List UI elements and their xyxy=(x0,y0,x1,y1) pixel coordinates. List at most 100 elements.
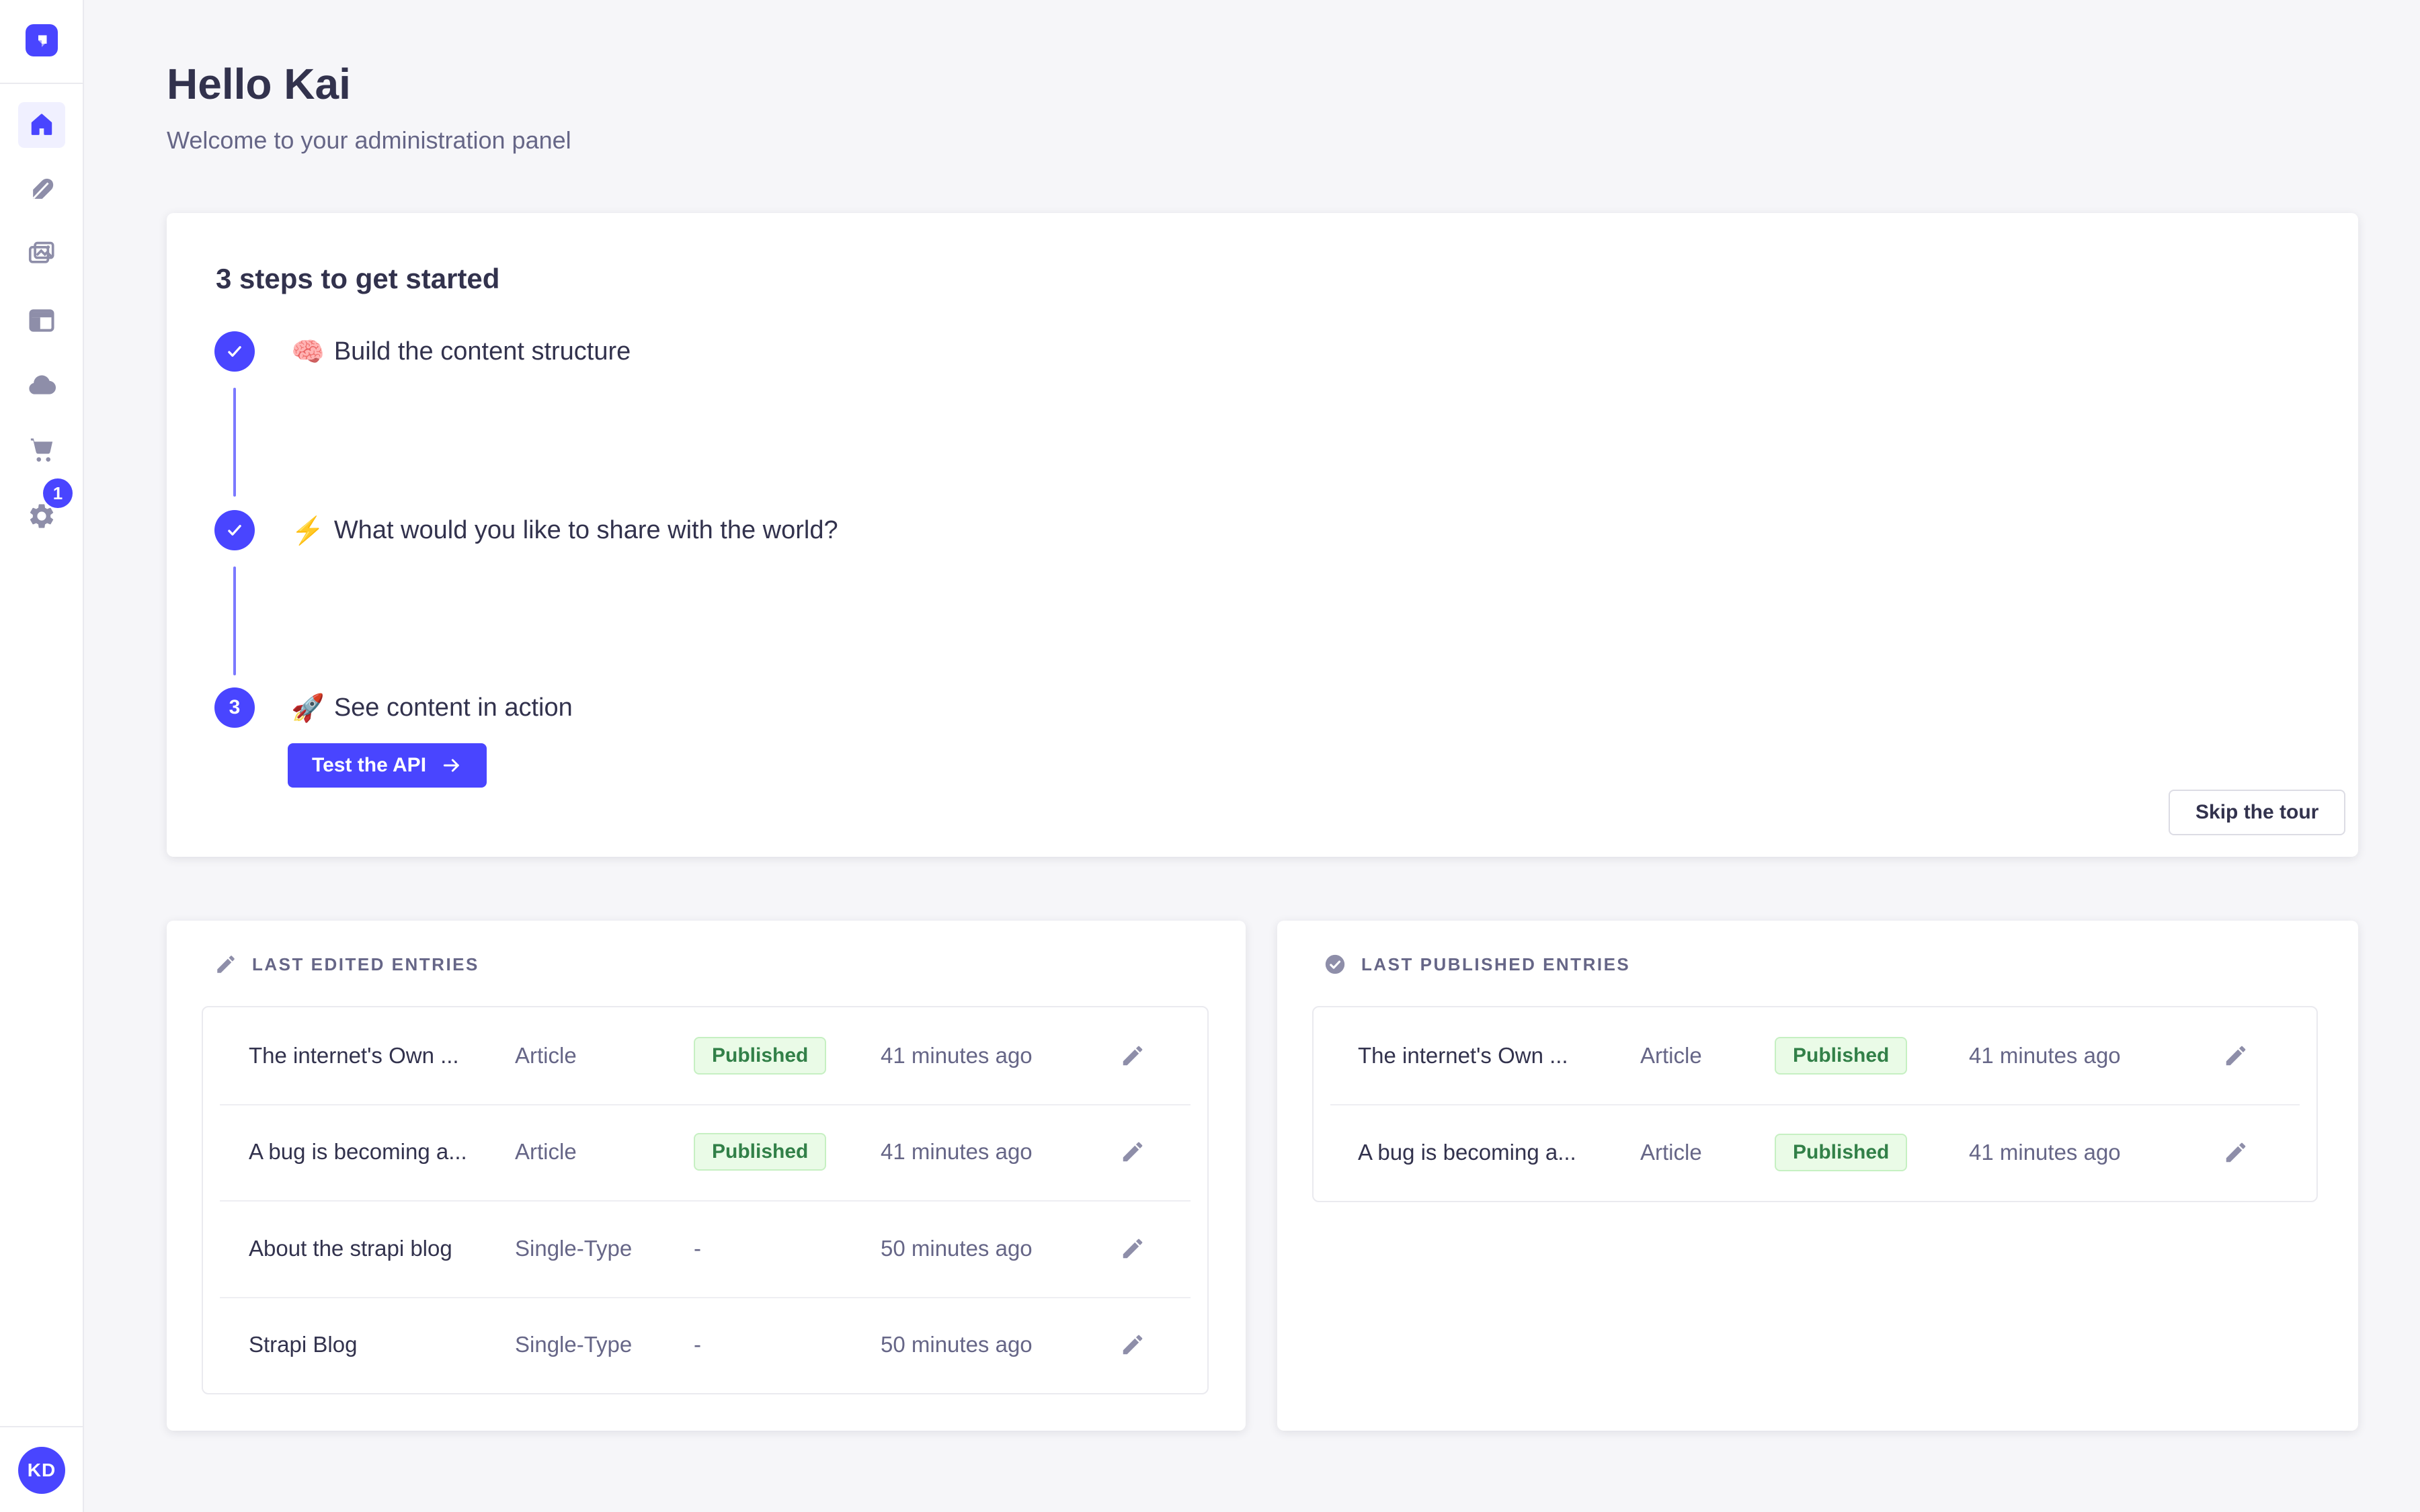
edit-entry-button[interactable] xyxy=(2220,1136,2252,1169)
test-api-label: Test the API xyxy=(312,754,426,777)
sidebar-item-deploy[interactable] xyxy=(18,362,65,409)
entry-type: Single-Type xyxy=(515,1236,694,1261)
edit-entry-button[interactable] xyxy=(1117,1329,1149,1361)
entry-type: Article xyxy=(1640,1140,1775,1165)
pencil-icon xyxy=(2223,1140,2249,1165)
sidebar-item-marketplace[interactable] xyxy=(18,426,65,473)
entry-title: The internet's Own ... xyxy=(1358,1043,1640,1068)
home-icon xyxy=(28,111,56,139)
table-row: A bug is becoming a... Article Published… xyxy=(1314,1104,2316,1201)
entry-status: - xyxy=(694,1332,881,1357)
onboarding-step-1: 🧠 Build the content structure xyxy=(214,331,631,372)
entry-status: - xyxy=(694,1236,881,1261)
page-title: Hello Kai xyxy=(167,59,351,109)
settings-notification-badge: 1 xyxy=(43,478,73,508)
step-3-text: 🚀 See content in action xyxy=(291,692,573,724)
table-row: A bug is becoming a... Article Published… xyxy=(203,1104,1207,1201)
table-row: Strapi Blog Single-Type - 50 minutes ago xyxy=(203,1297,1207,1394)
step-2-text: ⚡ What would you like to share with the … xyxy=(291,515,838,546)
step-3-number: 3 xyxy=(229,696,241,719)
rocket-emoji: 🚀 xyxy=(291,692,325,724)
status-badge: Published xyxy=(694,1037,826,1075)
entry-title: A bug is becoming a... xyxy=(249,1139,515,1165)
step-1-label: Build the content structure xyxy=(334,337,631,366)
step-2-check-circle xyxy=(214,510,255,550)
table-row: The internet's Own ... Article Published… xyxy=(203,1007,1207,1104)
entry-status: Published xyxy=(1775,1134,1969,1171)
sidebar-item-media-library[interactable] xyxy=(18,230,65,277)
images-icon xyxy=(27,239,56,268)
feather-icon xyxy=(27,175,56,205)
layout-icon xyxy=(27,306,56,335)
cart-icon xyxy=(27,435,56,464)
pencil-icon xyxy=(1120,1043,1145,1068)
last-edited-table: The internet's Own ... Article Published… xyxy=(202,1006,1209,1394)
pencil-icon xyxy=(214,953,237,976)
zap-emoji: ⚡ xyxy=(291,515,325,546)
step-3-label: See content in action xyxy=(334,694,573,722)
sidebar-item-content-type-builder[interactable] xyxy=(18,167,65,214)
entry-type: Article xyxy=(515,1043,694,1068)
strapi-logo-icon xyxy=(32,30,52,50)
page-subtitle: Welcome to your administration panel xyxy=(167,126,571,155)
sidebar-divider-top xyxy=(0,83,83,84)
onboarding-step-2: ⚡ What would you like to share with the … xyxy=(214,510,838,550)
table-row: The internet's Own ... Article Published… xyxy=(1314,1007,2316,1104)
step-3-number-circle: 3 xyxy=(214,687,255,728)
entry-status: Published xyxy=(1775,1037,1969,1075)
sidebar-item-home[interactable] xyxy=(18,102,65,148)
step-connector-2 xyxy=(233,566,236,675)
edit-entry-button[interactable] xyxy=(1117,1232,1149,1265)
step-1-check-circle xyxy=(214,331,255,372)
pencil-icon xyxy=(1120,1236,1145,1261)
entry-time: 50 minutes ago xyxy=(881,1332,1117,1357)
entry-time: 50 minutes ago xyxy=(881,1236,1117,1261)
step-2-label: What would you like to share with the wo… xyxy=(334,516,838,545)
pencil-icon xyxy=(2223,1043,2249,1068)
entry-title: About the strapi blog xyxy=(249,1236,515,1261)
last-edited-title: LAST EDITED ENTRIES xyxy=(252,954,479,975)
edit-entry-button[interactable] xyxy=(1117,1040,1149,1072)
sidebar: 1 KD xyxy=(0,0,84,1512)
entry-type: Article xyxy=(515,1139,694,1165)
onboarding-step-3: 3 🚀 See content in action xyxy=(214,687,573,728)
skip-tour-button[interactable]: Skip the tour xyxy=(2169,790,2345,835)
entry-title: A bug is becoming a... xyxy=(1358,1140,1640,1165)
entry-time: 41 minutes ago xyxy=(1969,1140,2220,1165)
sidebar-divider-bottom xyxy=(0,1426,83,1427)
entry-title: Strapi Blog xyxy=(249,1332,515,1357)
edit-entry-button[interactable] xyxy=(2220,1040,2252,1072)
last-published-header: LAST PUBLISHED ENTRIES xyxy=(1324,953,1630,976)
last-published-card: LAST PUBLISHED ENTRIES The internet's Ow… xyxy=(1277,921,2358,1431)
strapi-logo[interactable] xyxy=(26,24,58,56)
check-icon xyxy=(225,341,245,362)
last-edited-header: LAST EDITED ENTRIES xyxy=(214,953,479,976)
status-badge: Published xyxy=(1775,1037,1907,1075)
last-edited-card: LAST EDITED ENTRIES The internet's Own .… xyxy=(167,921,1246,1431)
entry-time: 41 minutes ago xyxy=(881,1043,1117,1068)
entry-status: Published xyxy=(694,1133,881,1171)
entry-time: 41 minutes ago xyxy=(1969,1043,2220,1068)
user-avatar[interactable]: KD xyxy=(18,1447,65,1494)
table-row: About the strapi blog Single-Type - 50 m… xyxy=(203,1200,1207,1297)
last-published-table: The internet's Own ... Article Published… xyxy=(1312,1006,2318,1202)
brain-emoji: 🧠 xyxy=(291,336,325,368)
entry-type: Single-Type xyxy=(515,1332,694,1357)
test-api-button[interactable]: Test the API xyxy=(288,743,487,788)
onboarding-card: 3 steps to get started 🧠 Build the conte… xyxy=(167,213,2358,857)
arrow-right-icon xyxy=(441,755,462,776)
last-published-title: LAST PUBLISHED ENTRIES xyxy=(1361,954,1630,975)
check-icon xyxy=(225,520,245,540)
pencil-icon xyxy=(1120,1332,1145,1357)
entry-title: The internet's Own ... xyxy=(249,1043,515,1068)
sidebar-item-content-manager[interactable] xyxy=(18,297,65,344)
step-1-text: 🧠 Build the content structure xyxy=(291,336,631,368)
entry-type: Article xyxy=(1640,1043,1775,1068)
entry-time: 41 minutes ago xyxy=(881,1139,1117,1165)
check-circle-icon xyxy=(1324,953,1346,976)
pencil-icon xyxy=(1120,1139,1145,1165)
entry-status: Published xyxy=(694,1037,881,1075)
status-badge: Published xyxy=(1775,1134,1907,1171)
status-badge: Published xyxy=(694,1133,826,1171)
edit-entry-button[interactable] xyxy=(1117,1136,1149,1168)
